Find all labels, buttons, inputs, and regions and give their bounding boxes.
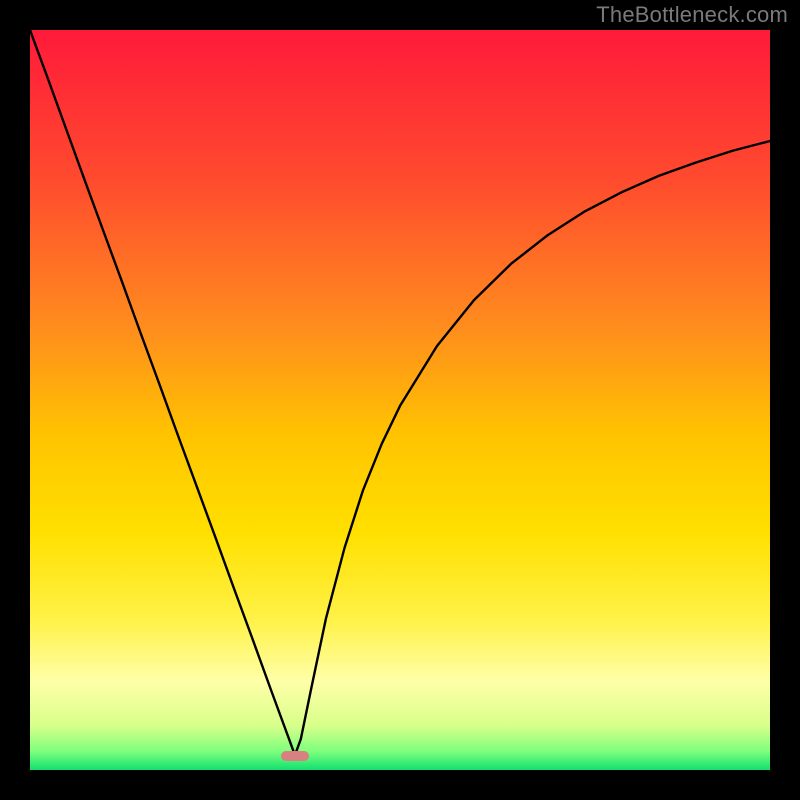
bottleneck-curve: [30, 30, 770, 770]
plot-area: [30, 30, 770, 770]
watermark-text: TheBottleneck.com: [596, 2, 788, 28]
minimum-marker: [281, 751, 309, 761]
chart-frame: TheBottleneck.com: [0, 0, 800, 800]
